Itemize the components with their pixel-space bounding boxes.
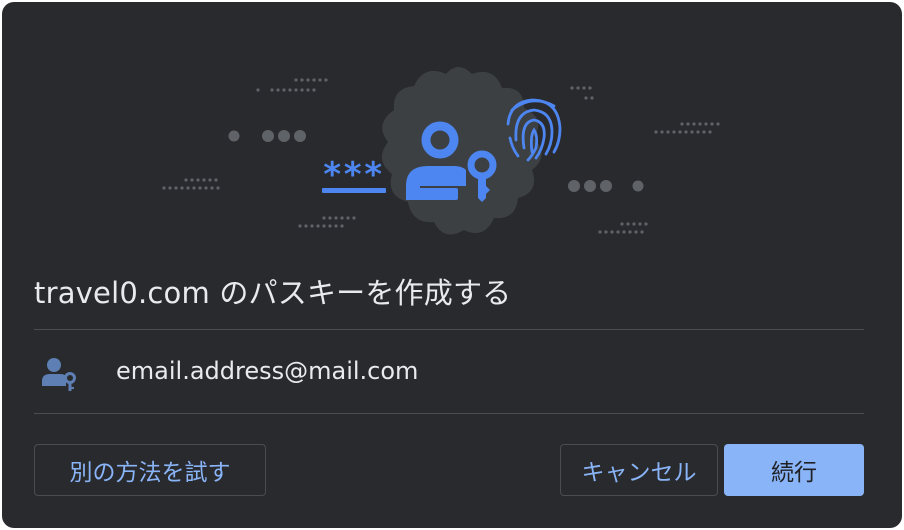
decorative-dot bbox=[310, 224, 314, 228]
decorative-dot bbox=[214, 178, 218, 182]
decorative-dot bbox=[328, 216, 332, 220]
account-email: email.address@mail.com bbox=[116, 357, 419, 385]
decorative-dot bbox=[162, 186, 166, 190]
decorative-dot bbox=[626, 222, 630, 226]
decorative-dot bbox=[204, 186, 208, 190]
decorative-dot bbox=[334, 216, 338, 220]
decorative-dot bbox=[180, 186, 184, 190]
decorative-dot bbox=[620, 222, 624, 226]
cancel-label: キャンセル bbox=[581, 460, 697, 486]
try-other-method-button[interactable]: 別の方法を試す bbox=[34, 444, 266, 496]
decorative-dot bbox=[300, 78, 304, 82]
decorative-dot bbox=[622, 230, 626, 234]
decorative-dot bbox=[588, 86, 592, 90]
decorative-dot bbox=[298, 224, 302, 228]
decorative-dot bbox=[190, 178, 194, 182]
decorative-dot bbox=[692, 122, 696, 126]
decorative-dot bbox=[584, 96, 588, 100]
dialog-title: travel0.com のパスキーを作成する bbox=[34, 276, 512, 310]
decorative-dot bbox=[638, 222, 642, 226]
decorative-dot bbox=[174, 186, 178, 190]
decorative-dot bbox=[184, 178, 188, 182]
scalloped-badge bbox=[381, 67, 542, 235]
decorative-dot bbox=[306, 78, 310, 82]
decorative-dot bbox=[352, 216, 356, 220]
continue-button[interactable]: 続行 bbox=[724, 444, 864, 496]
decorative-dot bbox=[256, 88, 260, 92]
decorative-dot bbox=[316, 224, 320, 228]
try-other-method-label: 別の方法を試す bbox=[69, 460, 231, 486]
decorative-dot bbox=[328, 224, 332, 228]
decorative-dot bbox=[696, 130, 700, 134]
decorative-dot bbox=[654, 130, 658, 134]
decorative-dot bbox=[196, 178, 200, 182]
decorative-dot bbox=[672, 130, 676, 134]
decorative-dot bbox=[322, 216, 326, 220]
decorative-dot bbox=[346, 216, 350, 220]
decorative-dot bbox=[716, 122, 720, 126]
decorative-dot bbox=[198, 186, 202, 190]
person-key-icon bbox=[42, 358, 76, 391]
decorative-dot bbox=[680, 122, 684, 126]
password-mask-icon: *** bbox=[322, 155, 386, 195]
decorative-dot bbox=[610, 230, 614, 234]
decorative-dot bbox=[604, 230, 608, 234]
decorative-dot bbox=[660, 130, 664, 134]
cancel-button[interactable]: キャンセル bbox=[560, 444, 718, 496]
decorative-dot bbox=[168, 186, 172, 190]
decorative-dot bbox=[324, 78, 328, 82]
decorative-dot bbox=[288, 88, 292, 92]
continue-label: 続行 bbox=[771, 460, 817, 486]
decorative-dot bbox=[300, 88, 304, 92]
decorative-dot bbox=[666, 130, 670, 134]
decorative-dot bbox=[698, 122, 702, 126]
decorative-dot bbox=[306, 88, 310, 92]
decorative-dot bbox=[276, 88, 280, 92]
decorative-dot bbox=[210, 186, 214, 190]
decorative-dot bbox=[690, 130, 694, 134]
decorative-dot bbox=[632, 222, 636, 226]
decorative-dot bbox=[590, 96, 594, 100]
decorative-dot bbox=[708, 130, 712, 134]
decorative-dot bbox=[678, 130, 682, 134]
decorative-dot bbox=[702, 130, 706, 134]
decorative-dot bbox=[294, 78, 298, 82]
decorative-dot bbox=[684, 130, 688, 134]
decorative-dot bbox=[186, 186, 190, 190]
passkey-illustration: *** bbox=[2, 2, 902, 262]
decorative-dot bbox=[640, 230, 644, 234]
decorative-dot bbox=[570, 86, 574, 90]
decorative-dot bbox=[340, 216, 344, 220]
decorative-dot bbox=[312, 88, 316, 92]
decorative-dot bbox=[704, 122, 708, 126]
decorative-dot bbox=[634, 230, 638, 234]
decorative-dot bbox=[710, 122, 714, 126]
decorative-dot bbox=[322, 224, 326, 228]
passkey-dialog: *** travel0.com のパスキーを作成する email.address… bbox=[2, 2, 902, 528]
decorative-dot bbox=[312, 78, 316, 82]
decorative-dot bbox=[202, 178, 206, 182]
divider bbox=[34, 413, 864, 414]
decorative-dot bbox=[628, 230, 632, 234]
decorative-dot bbox=[616, 230, 620, 234]
decorative-dot bbox=[598, 230, 602, 234]
decorative-dot bbox=[304, 224, 308, 228]
decorative-dot bbox=[282, 88, 286, 92]
decorative-dot bbox=[270, 88, 274, 92]
decorative-dot bbox=[216, 186, 220, 190]
decorative-dot bbox=[582, 86, 586, 90]
decorative-dot bbox=[334, 224, 338, 228]
decorative-dot bbox=[686, 122, 690, 126]
decorative-dot bbox=[644, 222, 648, 226]
decorative-dot bbox=[318, 78, 322, 82]
decorative-dot bbox=[576, 86, 580, 90]
decorative-dot bbox=[294, 88, 298, 92]
account-row[interactable]: email.address@mail.com bbox=[34, 330, 864, 413]
decorative-dot bbox=[192, 186, 196, 190]
decorative-dot bbox=[340, 224, 344, 228]
decorative-dot bbox=[208, 178, 212, 182]
